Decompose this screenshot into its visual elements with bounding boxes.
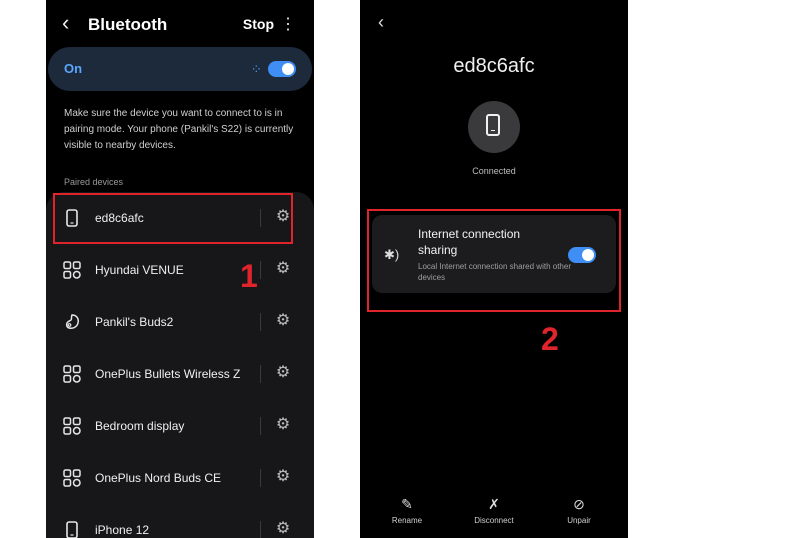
disconnect-label: Disconnect — [474, 516, 514, 525]
gear-icon[interactable]: ⚙ — [272, 310, 294, 332]
divider — [260, 469, 261, 487]
gear-icon[interactable]: ⚙ — [272, 362, 294, 384]
bluetooth-off-icon: ✗ — [488, 496, 500, 512]
page-title: Bluetooth — [88, 15, 168, 34]
apps-icon — [63, 365, 81, 383]
device-row[interactable]: iPhone 12 ⚙ — [46, 504, 314, 538]
unpair-label: Unpair — [567, 516, 591, 525]
earbud-icon — [65, 314, 79, 329]
divider — [260, 313, 261, 331]
disconnect-button[interactable]: ✗ Disconnect — [459, 496, 529, 525]
device-row[interactable]: OnePlus Nord Buds CE ⚙ — [46, 452, 314, 504]
highlight-box-sharing — [367, 209, 621, 312]
device-name: OnePlus Nord Buds CE — [95, 471, 222, 485]
divider — [260, 521, 261, 538]
bottom-action-bar: ✎ Rename ✗ Disconnect ⊘ Unpair — [360, 496, 628, 532]
rename-button[interactable]: ✎ Rename — [372, 496, 442, 525]
gear-icon[interactable]: ⚙ — [272, 258, 294, 280]
device-avatar — [468, 101, 520, 153]
device-title: ed8c6afc — [453, 55, 535, 77]
unpair-button[interactable]: ⊘ Unpair — [544, 496, 614, 525]
top-bar: ‹ Bluetooth Stop ⋮ — [46, 10, 314, 38]
step-marker-2: 2 — [541, 321, 559, 357]
stop-button[interactable]: Stop — [243, 16, 274, 32]
unlink-icon: ⊘ — [573, 496, 585, 512]
device-row[interactable]: Bedroom display ⚙ — [46, 400, 314, 452]
pairing-info-text: Make sure the device you want to connect… — [64, 108, 294, 151]
device-name: iPhone 12 — [95, 523, 150, 537]
device-row[interactable]: OnePlus Bullets Wireless Z ⚙ — [46, 348, 314, 400]
device-row[interactable]: Hyundai VENUE ⚙ — [46, 244, 314, 296]
bluetooth-toggle[interactable] — [268, 61, 296, 77]
apps-icon — [63, 261, 81, 279]
bluetooth-settings-screen: ‹ Bluetooth Stop ⋮ On ·:· Make sure the … — [46, 0, 314, 538]
device-name: Pankil's Buds2 — [95, 315, 174, 329]
phone-icon — [486, 114, 500, 136]
paired-devices-label: Paired devices — [64, 177, 124, 187]
apps-icon — [63, 469, 81, 487]
back-arrow-icon[interactable]: ‹ — [378, 12, 384, 33]
pencil-icon: ✎ — [401, 496, 413, 512]
device-name: Hyundai VENUE — [95, 263, 184, 277]
highlight-box-device — [53, 193, 293, 244]
connection-status: Connected — [472, 166, 516, 176]
gear-icon[interactable]: ⚙ — [272, 466, 294, 488]
scanning-icon: ·:· — [251, 61, 261, 75]
more-vert-icon[interactable]: ⋮ — [280, 14, 296, 34]
back-arrow-icon[interactable]: ‹ — [62, 12, 69, 34]
bluetooth-switch-bar[interactable]: On ·:· — [48, 47, 312, 91]
gear-icon[interactable]: ⚙ — [272, 414, 294, 436]
divider — [260, 365, 261, 383]
step-marker-1: 1 — [240, 258, 258, 294]
phone-icon — [66, 521, 78, 538]
apps-icon — [63, 417, 81, 435]
device-name: OnePlus Bullets Wireless Z — [95, 367, 241, 381]
rename-label: Rename — [391, 516, 423, 525]
gear-icon[interactable]: ⚙ — [272, 518, 294, 538]
switch-label: On — [64, 61, 83, 76]
divider — [260, 417, 261, 435]
divider — [260, 261, 261, 279]
device-row[interactable]: Pankil's Buds2 ⚙ — [46, 296, 314, 348]
device-name: Bedroom display — [95, 419, 185, 433]
